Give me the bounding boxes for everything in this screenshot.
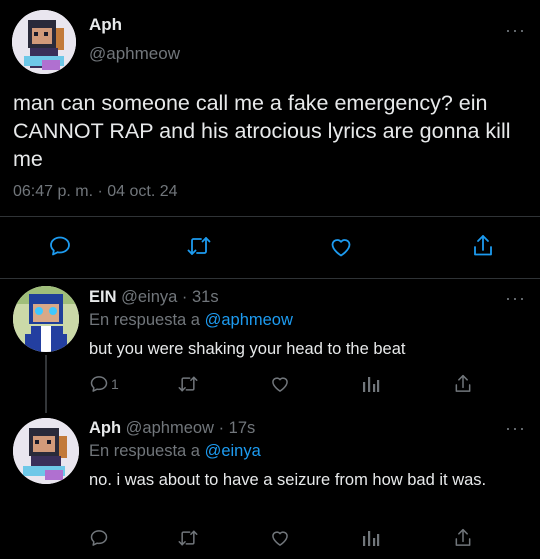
avatar-ein[interactable] (13, 286, 79, 352)
relative-time[interactable]: · 17s (219, 419, 256, 437)
divider (0, 278, 540, 279)
reply-count: 1 (111, 376, 119, 392)
reply-icon[interactable] (89, 528, 109, 548)
views-icon[interactable] (361, 528, 381, 548)
relative-time[interactable]: · 31s (182, 288, 219, 306)
share-icon[interactable] (453, 373, 473, 395)
share-icon[interactable] (453, 527, 473, 549)
reply-context: En respuesta a @einya (89, 442, 261, 461)
thread-line (45, 355, 47, 413)
reply-to-handle[interactable]: @aphmeow (205, 311, 293, 329)
reply-action[interactable]: 1 (89, 374, 119, 394)
retweet-icon[interactable] (177, 374, 199, 394)
tweet-text: no. i was about to have a seizure from h… (89, 471, 487, 489)
display-name[interactable]: EIN (89, 288, 117, 306)
avatar-aph[interactable] (12, 10, 76, 74)
divider (0, 216, 540, 217)
reply-to-handle[interactable]: @einya (205, 442, 261, 460)
more-icon[interactable]: ··· (505, 288, 526, 309)
tweet-text: but you were shaking your head to the be… (89, 340, 406, 358)
more-icon[interactable]: ··· (505, 418, 526, 439)
display-name[interactable]: Aph (89, 15, 122, 35)
more-icon[interactable]: ··· (505, 20, 526, 41)
like-icon[interactable] (270, 374, 290, 394)
reply-context-label: En respuesta a (89, 311, 200, 329)
retweet-icon[interactable] (186, 234, 212, 258)
reply-header: EIN @einya · 31s (89, 288, 219, 307)
reply-context: En respuesta a @aphmeow (89, 311, 293, 330)
handle[interactable]: @aphmeow (126, 419, 214, 437)
views-icon[interactable] (361, 374, 381, 394)
display-name[interactable]: Aph (89, 419, 121, 437)
tweet-text: man can someone call me a fake emergency… (13, 91, 511, 171)
reply-context-label: En respuesta a (89, 442, 200, 460)
reply-header: Aph @aphmeow · 17s (89, 419, 255, 438)
reply-icon[interactable] (48, 234, 72, 258)
timestamp[interactable]: 06:47 p. m. · 04 oct. 24 (13, 183, 178, 201)
reply-icon[interactable] (89, 374, 109, 394)
like-icon[interactable] (329, 235, 353, 259)
avatar-aph[interactable] (13, 418, 79, 484)
handle[interactable]: @einya (121, 288, 177, 306)
handle[interactable]: @aphmeow (89, 44, 180, 64)
retweet-icon[interactable] (177, 528, 199, 548)
like-icon[interactable] (270, 528, 290, 548)
share-icon[interactable] (471, 233, 495, 259)
